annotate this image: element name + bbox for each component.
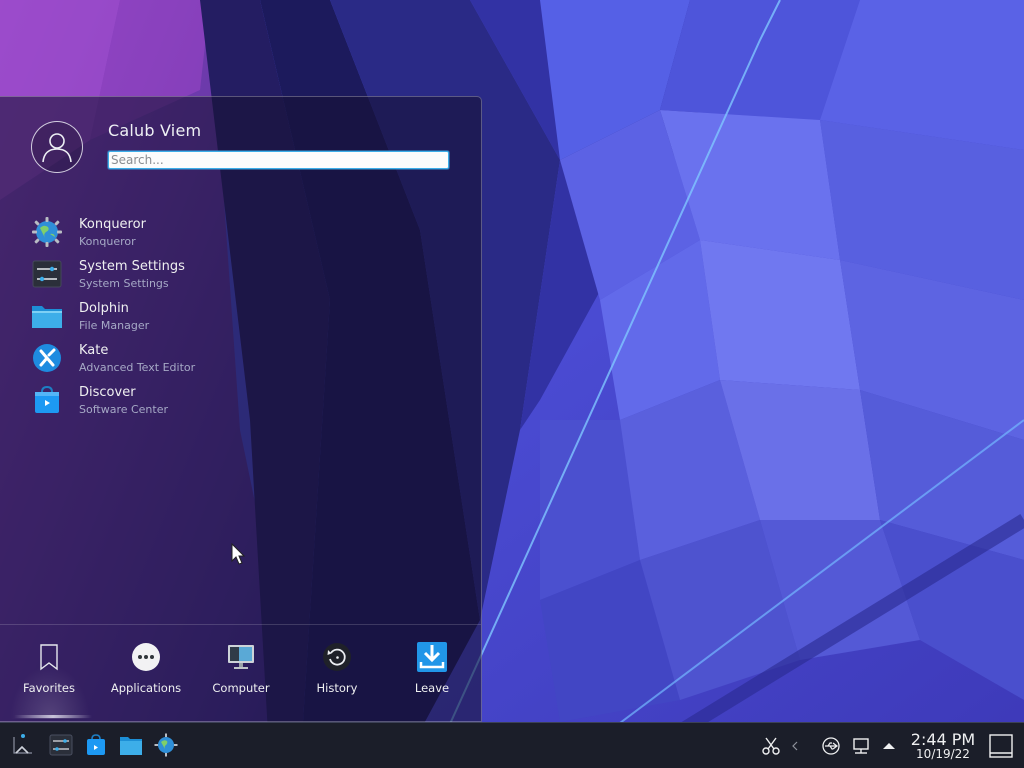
system-settings-icon[interactable] <box>49 733 73 757</box>
tab-history[interactable]: History <box>294 625 380 721</box>
launcher-header: Calub Viem <box>0 97 481 197</box>
discover-bag-icon <box>35 385 59 413</box>
tab-label: History <box>316 681 358 695</box>
folder-icon[interactable] <box>119 733 143 757</box>
favorite-item-dolphin[interactable]: Dolphin File Manager <box>0 297 481 337</box>
favorite-item-konqueror[interactable]: Konqueror Konqueror <box>0 213 481 253</box>
user-icon <box>42 133 72 163</box>
tab-applications[interactable]: Applications <box>103 625 189 721</box>
favorite-subtitle: Konqueror <box>79 235 136 248</box>
bookmark-icon <box>40 644 58 671</box>
favorite-title: System Settings <box>79 259 185 274</box>
tab-leave[interactable]: Leave <box>389 625 475 721</box>
system-settings-icon <box>32 260 62 288</box>
favorite-item-kate[interactable]: Kate Advanced Text Editor <box>0 339 481 379</box>
favorite-item-system-settings[interactable]: System Settings System Settings <box>0 255 481 295</box>
launcher-tab-bar: Favorites Applications Computer History … <box>0 624 481 721</box>
clock-date[interactable]: 10/19/22 <box>906 747 980 761</box>
favorite-title: Discover <box>79 385 136 400</box>
scissors-icon[interactable] <box>761 736 781 756</box>
leave-arrow-icon <box>417 642 447 672</box>
discover-bag-icon[interactable] <box>84 733 108 757</box>
favorite-title: Kate <box>79 343 109 358</box>
folder-icon <box>32 306 62 328</box>
favorite-subtitle: File Manager <box>79 319 150 332</box>
user-avatar[interactable] <box>31 121 83 173</box>
favorite-subtitle: System Settings <box>79 277 169 290</box>
favorite-item-discover[interactable]: Discover Software Center <box>0 381 481 421</box>
application-launcher: Calub Viem Konqueror Konqueror System Se… <box>0 96 482 722</box>
history-icon <box>323 643 351 671</box>
network-icon[interactable] <box>851 736 871 756</box>
tray-expand-arrow-icon[interactable] <box>879 736 899 756</box>
mouse-pointer-icon <box>231 543 246 565</box>
tab-label: Leave <box>414 681 450 695</box>
favorite-subtitle: Advanced Text Editor <box>79 361 196 374</box>
ellipsis-icon <box>132 643 160 671</box>
konqueror-globe-icon[interactable] <box>154 733 178 757</box>
konqueror-globe-icon <box>32 217 62 247</box>
kate-icon <box>33 344 61 372</box>
show-desktop-icon[interactable] <box>988 733 1014 759</box>
search-input[interactable] <box>108 151 449 169</box>
favorite-subtitle: Software Center <box>79 403 169 416</box>
volume-icon[interactable] <box>788 736 808 756</box>
tab-label: Applications <box>110 681 182 695</box>
tab-favorites[interactable]: Favorites <box>6 625 92 721</box>
taskbar-panel: 2:44 PM 10/19/22 <box>0 722 1024 768</box>
tab-label: Computer <box>212 681 270 695</box>
user-name: Calub Viem <box>108 121 202 140</box>
computer-icon <box>228 645 254 669</box>
tab-label: Favorites <box>23 681 75 695</box>
favorite-title: Dolphin <box>79 301 129 316</box>
usb-icon[interactable] <box>821 736 841 756</box>
favorite-title: Konqueror <box>79 217 146 232</box>
tab-computer[interactable]: Computer <box>198 625 284 721</box>
kde-launcher-icon[interactable] <box>10 731 36 759</box>
